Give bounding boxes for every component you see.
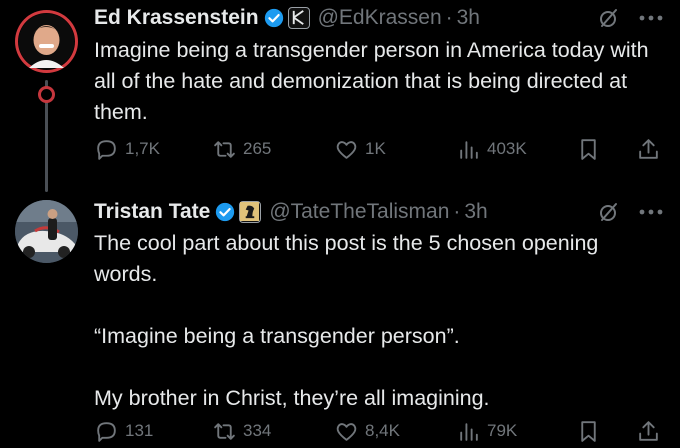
- author-name[interactable]: Tristan Tate: [94, 200, 210, 224]
- reply-count: 131: [125, 421, 154, 440]
- more-icon[interactable]: [638, 13, 664, 23]
- repost-count: 334: [243, 421, 272, 440]
- tweet-paragraph: Imagine being a transgender person in Am…: [94, 38, 655, 124]
- tweet-actions: 1,7K 265 1K 403K: [94, 134, 674, 164]
- bookmark-icon: [581, 138, 596, 160]
- avatar[interactable]: [15, 200, 78, 263]
- repost-button[interactable]: 334: [212, 416, 271, 446]
- author-name[interactable]: Ed Krassenstein: [94, 6, 259, 30]
- separator-dot: ·: [445, 6, 453, 29]
- views-button[interactable]: 79K: [456, 416, 517, 446]
- repost-icon: [214, 422, 235, 440]
- like-count: 1K: [365, 139, 386, 158]
- verified-badge-icon: [216, 202, 235, 222]
- bookmark-icon: [581, 420, 596, 442]
- grok-icon[interactable]: [597, 200, 621, 224]
- view-count: 403K: [487, 139, 527, 158]
- tweet-ed-krassenstein[interactable]: Ed Krassenstein @EdKrassen · 3h Imagine …: [0, 0, 680, 186]
- repost-icon: [214, 140, 235, 158]
- tweet-paragraph: My brother in Christ, they’re all imagin…: [94, 386, 490, 410]
- reply-count: 1,7K: [125, 139, 160, 158]
- like-icon: [336, 422, 357, 441]
- like-button[interactable]: 8,4K: [334, 416, 400, 446]
- k-brand-icon[interactable]: [287, 7, 310, 29]
- reply-icon: [97, 421, 116, 442]
- tweet-actions: 131 334 8,4K 79K: [94, 416, 674, 446]
- views-icon: [460, 422, 478, 441]
- tweet-time[interactable]: 3h: [464, 200, 487, 224]
- tweet-tristan-tate[interactable]: Tristan Tate @TateTheTalisman · 3h The c…: [0, 186, 680, 448]
- share-icon: [639, 138, 658, 159]
- bookmark-button[interactable]: [576, 134, 607, 164]
- avatar[interactable]: [15, 10, 78, 73]
- reply-icon: [97, 139, 116, 160]
- more-icon[interactable]: [638, 207, 664, 217]
- bookmark-button[interactable]: [576, 416, 607, 446]
- author-handle[interactable]: @EdKrassen: [318, 6, 442, 30]
- grok-icon[interactable]: [597, 6, 621, 30]
- like-button[interactable]: 1K: [334, 134, 386, 164]
- tweet-time[interactable]: 3h: [457, 6, 480, 30]
- author-handle[interactable]: @TateTheTalisman: [269, 200, 449, 224]
- views-button[interactable]: 403K: [456, 134, 527, 164]
- tweet-header: Tristan Tate @TateTheTalisman · 3h: [94, 198, 488, 226]
- repost-button[interactable]: 265: [212, 134, 271, 164]
- reply-button[interactable]: 1,7K: [94, 134, 160, 164]
- tweet-paragraph: The cool part about this post is the 5 c…: [94, 231, 605, 286]
- like-icon: [336, 140, 357, 159]
- share-button[interactable]: [636, 134, 667, 164]
- repost-count: 265: [243, 139, 272, 158]
- views-icon: [460, 140, 478, 159]
- like-count: 8,4K: [365, 421, 400, 440]
- reply-button[interactable]: 131: [94, 416, 153, 446]
- tweet-header: Ed Krassenstein @EdKrassen · 3h: [94, 4, 480, 32]
- share-button[interactable]: [636, 416, 667, 446]
- tweet-paragraph: “Imagine being a transgender person”.: [94, 324, 460, 348]
- tweet-text: Imagine being a transgender person in Am…: [94, 35, 654, 128]
- separator-dot: ·: [453, 200, 461, 223]
- verified-badge-icon: [264, 8, 283, 28]
- tweet-text: The cool part about this post is the 5 c…: [94, 228, 654, 414]
- view-count: 79K: [487, 421, 518, 440]
- chess-knight-icon[interactable]: [239, 201, 262, 223]
- share-icon: [639, 420, 658, 441]
